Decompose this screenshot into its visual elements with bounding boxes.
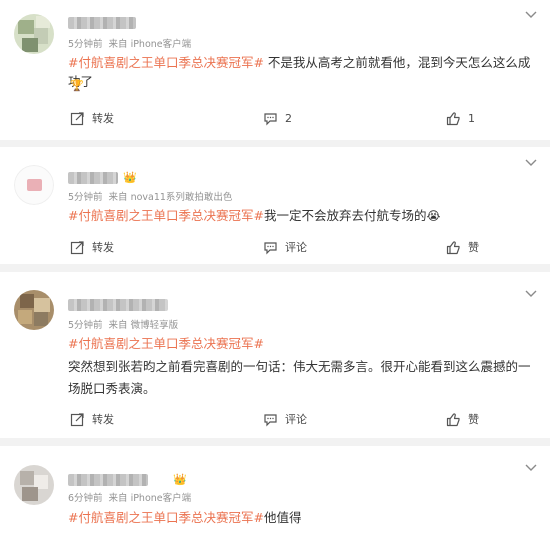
comment-time: 6分钟前 [68, 493, 103, 504]
comment-icon [264, 413, 277, 426]
chevron-down-icon[interactable] [524, 10, 538, 20]
thumbs-up-icon [446, 412, 460, 426]
comment-meta: 6分钟前 来自 iPhone客户端 [68, 493, 191, 505]
chevron-down-icon[interactable] [524, 158, 538, 168]
avatar[interactable] [14, 465, 54, 505]
avatar[interactable] [14, 290, 54, 330]
username[interactable] [68, 299, 168, 311]
comment-body: 我一定不会放弃去付航专场的 [263, 208, 427, 223]
forward-label: 转发 [92, 241, 114, 254]
chevron-down-icon[interactable] [524, 289, 538, 299]
comment-source: 来自 iPhone客户端 [108, 493, 192, 504]
comment-card: 👑 5分钟前 来自 nova11系列敢拍敢出色 #付航喜剧之王单口季总决赛冠军#我… [0, 147, 550, 264]
action-bar: 转发 评论 赞 [0, 237, 550, 257]
comment-meta: 5分钟前 来自 微博轻享版 [68, 320, 178, 332]
comment-body: 他值得 [263, 510, 302, 525]
thumbs-up-icon [446, 240, 460, 254]
share-icon [70, 240, 84, 254]
comment-card: 5分钟前 来自 微博轻享版 #付航喜剧之王单口季总决赛冠军# 突然想到张若昀之前看… [0, 272, 550, 438]
username[interactable] [68, 474, 148, 486]
comment-text: #付航喜剧之王单口季总决赛冠军# 不是我从高考之前就看他，混到今天怎么这么成功了 [68, 53, 534, 91]
share-icon [70, 111, 84, 125]
hashtag-link[interactable]: #付航喜剧之王单口季总决赛冠军# [68, 208, 264, 223]
hashtag-link[interactable]: #付航喜剧之王单口季总决赛冠军# [68, 55, 264, 70]
forward-label: 转发 [92, 413, 114, 426]
like-button[interactable]: 赞 [446, 237, 479, 257]
action-bar: 转发 2 1 [0, 108, 550, 128]
comment-text: #付航喜剧之王单口季总决赛冠军#我一定不会放弃去付航专场的😭 [68, 206, 534, 226]
comment-source: 来自 iPhone客户端 [108, 39, 192, 50]
like-label: 赞 [468, 413, 479, 426]
comment-time: 5分钟前 [68, 192, 103, 203]
comment-time: 5分钟前 [68, 320, 103, 331]
avatar[interactable] [14, 14, 54, 54]
chevron-down-icon[interactable] [524, 463, 538, 473]
forward-button[interactable]: 转发 [70, 108, 114, 128]
comment-time: 5分钟前 [68, 39, 103, 50]
comment-text: #付航喜剧之王单口季总决赛冠军# 突然想到张若昀之前看完喜剧的一句话：伟大无需多… [68, 334, 534, 400]
comment-meta: 5分钟前 来自 iPhone客户端 [68, 39, 191, 51]
comment-card: 5分钟前 来自 iPhone客户端 #付航喜剧之王单口季总决赛冠军# 不是我从高考… [0, 0, 550, 140]
username[interactable] [68, 172, 118, 184]
like-button[interactable]: 1 [446, 108, 475, 128]
thumbs-up-icon [446, 111, 460, 125]
comment-text: #付航喜剧之王单口季总决赛冠军#他值得 [68, 508, 534, 527]
hashtag-link[interactable]: #付航喜剧之王单口季总决赛冠军# [68, 510, 264, 525]
comment-icon [264, 112, 277, 125]
comment-label: 评论 [285, 241, 307, 254]
like-button[interactable]: 赞 [446, 409, 479, 429]
comment-meta: 5分钟前 来自 nova11系列敢拍敢出色 [68, 192, 232, 204]
forward-button[interactable]: 转发 [70, 237, 114, 257]
comment-card: 👑 6分钟前 来自 iPhone客户端 #付航喜剧之王单口季总决赛冠军#他值得 [0, 446, 550, 535]
forward-label: 转发 [92, 112, 114, 125]
action-bar: 转发 评论 赞 [0, 409, 550, 429]
comment-source: 来自 nova11系列敢拍敢出色 [108, 192, 233, 203]
comment-button[interactable]: 评论 [263, 237, 307, 257]
trophy-icon: 🏆 [70, 79, 84, 92]
comment-button[interactable]: 2 [263, 108, 292, 128]
crying-emoji: 😭 [426, 209, 441, 223]
forward-button[interactable]: 转发 [70, 409, 114, 429]
like-count: 1 [468, 111, 475, 125]
comment-label: 评论 [285, 413, 307, 426]
share-icon [70, 412, 84, 426]
avatar[interactable] [14, 165, 54, 205]
like-label: 赞 [468, 241, 479, 254]
comment-body: 突然想到张若昀之前看完喜剧的一句话：伟大无需多言。很开心能看到这么震撼的一场脱口… [68, 359, 531, 396]
comment-count: 2 [285, 111, 292, 125]
crown-icon: 👑 [173, 473, 187, 486]
hashtag-link[interactable]: #付航喜剧之王单口季总决赛冠军# [68, 334, 534, 353]
comment-button[interactable]: 评论 [263, 409, 307, 429]
crown-icon: 👑 [123, 171, 137, 184]
username[interactable] [68, 17, 136, 29]
comment-icon [264, 241, 277, 254]
comment-source: 来自 微博轻享版 [108, 320, 179, 331]
